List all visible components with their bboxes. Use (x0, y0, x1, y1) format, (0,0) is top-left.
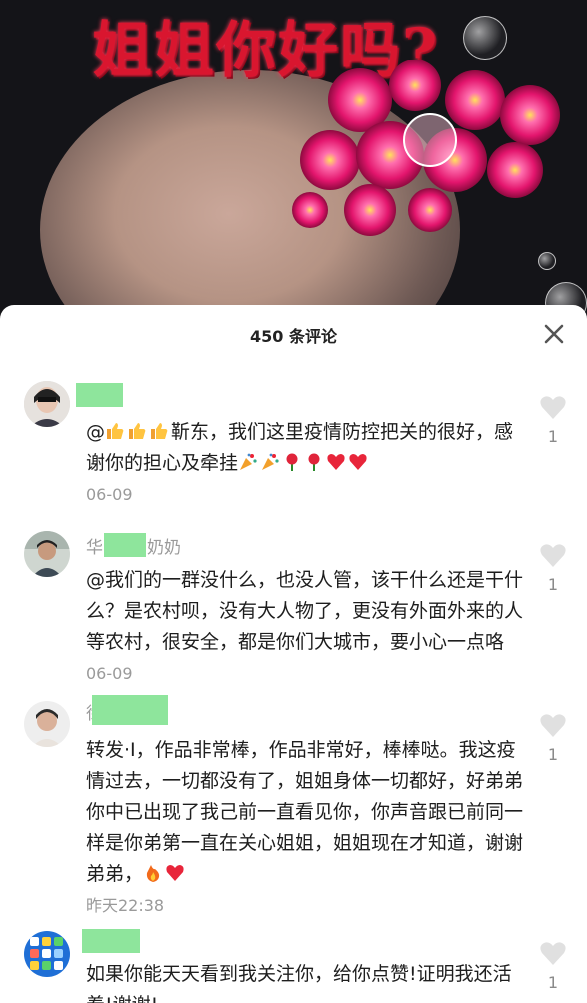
heart-outline-icon[interactable] (539, 395, 567, 421)
username-partial[interactable]: 华 (86, 533, 103, 558)
party-popper-emoji-icon (262, 453, 279, 470)
avatar[interactable] (24, 931, 70, 977)
comment-count-title: 450 条评论 (250, 327, 337, 346)
flower-bouquet-decoration (292, 60, 560, 236)
comment-time: 昨天22:38 (86, 896, 165, 915)
username-masked[interactable] (104, 533, 146, 557)
comment-body: @我们的一群没什么，也没人管，该干什么还是干什么？是农村呗，没有大人物了，更没有… (86, 569, 524, 683)
heart-outline-icon[interactable] (539, 713, 567, 739)
red-heart-emoji-icon (349, 454, 367, 470)
like-count: 1 (547, 745, 559, 764)
like-count: 1 (547, 427, 559, 446)
heart-outline-icon[interactable] (539, 941, 567, 967)
party-popper-emoji-icon (240, 453, 257, 470)
comment-body: 转发·I，作品非常棒，作品非常好，棒棒哒。我这疫情过去，一切都没有了，姐姐身体一… (86, 739, 524, 915)
like-button[interactable]: 1 (538, 395, 568, 446)
video-player[interactable]: 姐姐你好吗? (0, 0, 587, 320)
like-button[interactable]: 1 (538, 941, 568, 992)
username-masked[interactable] (82, 929, 140, 953)
heart-outline-icon[interactable] (539, 543, 567, 569)
like-button[interactable]: 1 (538, 543, 568, 594)
thumbs-up-emoji-icon (129, 423, 146, 439)
like-count: 1 (547, 575, 559, 594)
comment-sheet: 450 条评论 @ 靳东，我们这里疫情防控把关的很好，感谢你的担心及牵挂 06-0… (0, 305, 587, 1003)
username-masked[interactable] (92, 695, 168, 725)
bubble-decoration (538, 252, 556, 270)
comment-body: 如果你能天天看到我关注你，给你点赞!证明我还活着!谢谢! (86, 963, 512, 1003)
thumbs-up-emoji-icon (107, 423, 124, 439)
comment-sheet-header: 450 条评论 (0, 305, 587, 363)
avatar[interactable] (24, 381, 70, 427)
close-icon[interactable] (539, 319, 569, 349)
like-button[interactable]: 1 (538, 713, 568, 764)
comment-time: 06-09 (86, 664, 133, 683)
username-partial[interactable]: 奶奶 (147, 533, 181, 558)
thumbs-up-emoji-icon (151, 423, 168, 439)
red-heart-emoji-icon (166, 865, 184, 881)
bubble-decoration (463, 16, 507, 60)
avatar[interactable] (24, 531, 70, 577)
comment-body: @ 靳东，我们这里疫情防控把关的很好，感谢你的担心及牵挂 06-09 (86, 421, 514, 504)
fire-emoji-icon (146, 865, 160, 882)
username-masked[interactable] (76, 383, 123, 407)
rose-emoji-icon (308, 453, 320, 471)
like-count: 1 (547, 973, 559, 992)
rose-emoji-icon (286, 453, 298, 471)
red-heart-emoji-icon (327, 454, 345, 470)
avatar[interactable] (24, 701, 70, 747)
comment-time: 06-09 (86, 485, 133, 504)
